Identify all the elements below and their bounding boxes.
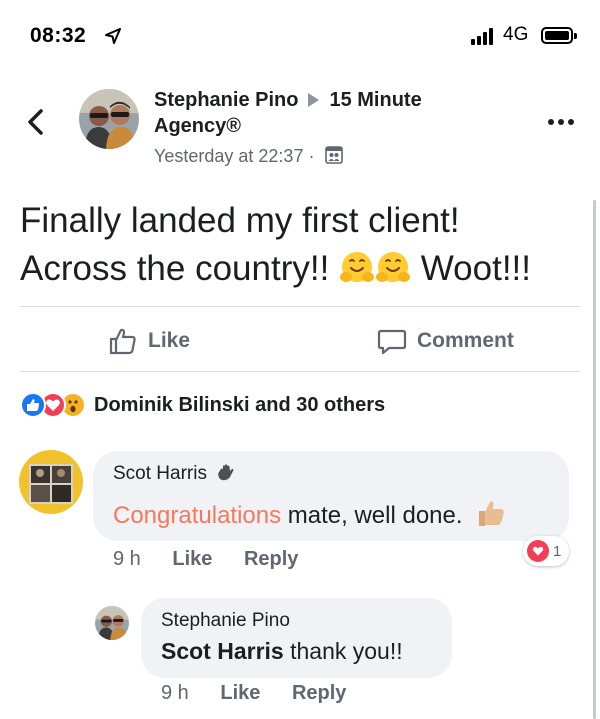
reply-time[interactable]: 9 h xyxy=(161,682,189,704)
signal-icon xyxy=(471,27,497,45)
like-reaction-icon xyxy=(20,392,46,418)
like-label: Like xyxy=(148,329,191,352)
comment-button[interactable]: Comment xyxy=(377,323,514,359)
more-options-icon[interactable] xyxy=(548,117,576,127)
waving-hand-icon xyxy=(218,464,234,481)
reply-meta: 9 h Like Reply xyxy=(161,682,372,705)
reply-author-avatar[interactable] xyxy=(95,606,129,640)
comment-author-name[interactable]: Scot Harris xyxy=(113,463,207,484)
divider xyxy=(20,371,580,372)
comment-reply-link[interactable]: Reply xyxy=(244,548,298,570)
post-text-line2-end: Woot!!! xyxy=(420,249,531,288)
reply-like-link[interactable]: Like xyxy=(220,682,260,704)
comment-time[interactable]: 9 h xyxy=(113,548,141,570)
comment-label: Comment xyxy=(417,329,514,352)
group-name[interactable]: 15 Minute xyxy=(329,89,421,111)
post-timestamp: Yesterday at 22:37 · xyxy=(154,146,344,167)
scrollbar[interactable] xyxy=(593,200,596,719)
thumbs-up-emoji-icon xyxy=(479,501,505,526)
post-text: Finally landed my first client! Across t… xyxy=(20,197,585,293)
like-button[interactable]: Like xyxy=(108,323,190,359)
post-time-text[interactable]: Yesterday at 22:37 · xyxy=(154,146,314,166)
comment-like-link[interactable]: Like xyxy=(172,548,212,570)
comment-bubble[interactable]: Scot Harris Congratulations mate, well d… xyxy=(93,451,569,541)
status-time: 08:32 xyxy=(30,24,87,47)
post-text-line2-main: Across the country!! xyxy=(20,249,330,288)
comment-reaction-count[interactable]: 1 xyxy=(523,536,570,566)
hugging-face-emoji-icon xyxy=(340,252,375,282)
group-name-continued[interactable]: Agency® xyxy=(154,115,241,138)
group-audience-icon xyxy=(325,146,344,164)
comment-highlight: Congratulations xyxy=(113,502,282,529)
divider xyxy=(20,306,580,307)
network-type: 4G xyxy=(503,24,529,45)
post-header-line: Stephanie Pino 15 Minute xyxy=(154,89,422,112)
post-text-line2: Across the country!! Woot!!! xyxy=(20,245,585,293)
comment-meta: 9 h Like Reply xyxy=(113,548,324,571)
reply-bubble[interactable]: Stephanie Pino Scot Harris thank you!! xyxy=(141,598,452,678)
comment-body: mate, well done. xyxy=(281,502,463,529)
love-reaction-icon xyxy=(527,540,549,562)
battery-icon xyxy=(541,27,577,44)
status-bar: 08:32 4G xyxy=(0,0,600,74)
comment-reaction-number: 1 xyxy=(553,542,562,560)
back-chevron-icon[interactable] xyxy=(24,106,48,138)
comment-bubble-icon xyxy=(377,329,407,355)
location-arrow-icon xyxy=(105,28,121,44)
comment-author: Scot Harris xyxy=(113,463,236,485)
reply-body: thank you!! xyxy=(283,638,403,664)
reactions-text[interactable]: Dominik Bilinski and 30 others xyxy=(94,394,385,417)
post-text-line1: Finally landed my first client! xyxy=(20,201,460,240)
reply-author-name[interactable]: Stephanie Pino xyxy=(161,610,290,632)
comment-text: Congratulations mate, well done. xyxy=(113,497,507,530)
reply-text: Scot Harris thank you!! xyxy=(161,638,403,665)
shared-to-arrow-icon xyxy=(308,93,320,108)
reply-reply-link[interactable]: Reply xyxy=(292,682,346,704)
hugging-face-emoji-icon xyxy=(376,252,411,282)
thumbs-up-icon xyxy=(109,328,136,355)
commenter-avatar[interactable] xyxy=(19,450,83,514)
author-avatar[interactable] xyxy=(79,89,139,149)
author-name[interactable]: Stephanie Pino xyxy=(154,89,298,111)
reactions-summary[interactable]: Dominik Bilinski and 30 others xyxy=(20,391,385,419)
reply-mention[interactable]: Scot Harris xyxy=(161,638,284,664)
